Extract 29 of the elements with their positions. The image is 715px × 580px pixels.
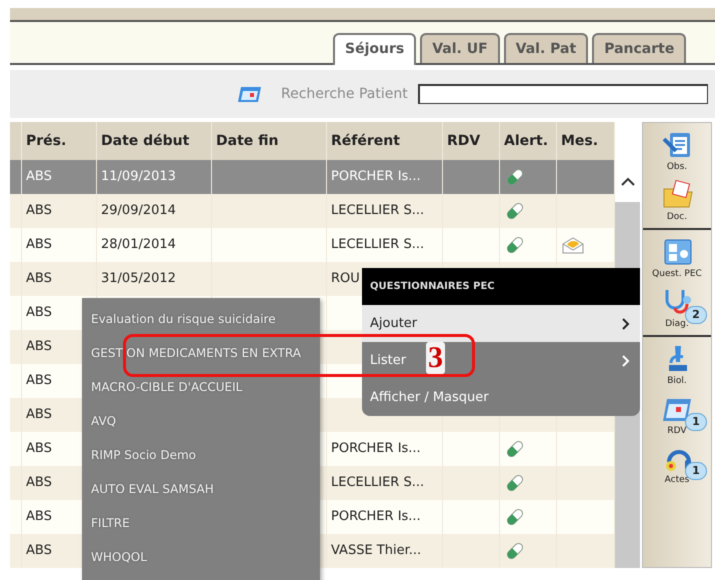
table-cell-text: 31/05/2012 bbox=[101, 270, 176, 288]
table-cell-text: ABS bbox=[26, 508, 52, 526]
table-cell-text: LECELLIER S... bbox=[331, 474, 424, 492]
table-cell-text: ABS bbox=[26, 236, 52, 254]
table-cell-text: 28/01/2014 bbox=[101, 236, 176, 254]
table-cell-text: ABS bbox=[26, 372, 52, 390]
table-cell-text: ROU bbox=[331, 270, 360, 288]
table-cell-text: 11/09/2013 bbox=[101, 168, 176, 186]
count-badge: 1 bbox=[685, 412, 707, 430]
table-cell-text: PORCHER Is... bbox=[331, 508, 421, 526]
table-cell-text: ABS bbox=[26, 542, 52, 560]
table-cell-text: PORCHER Is... bbox=[331, 440, 421, 458]
table-cell-text: ABS bbox=[26, 202, 52, 220]
menu-title: QUESTIONNAIRES PEC bbox=[362, 268, 640, 305]
table-cell-text: ABS bbox=[26, 474, 52, 492]
count-badge: 2 bbox=[685, 306, 707, 324]
table-cell-text: VASSE Thier... bbox=[331, 542, 422, 560]
table-cell-text: ABS bbox=[26, 270, 52, 288]
annotation-number: 3 bbox=[426, 342, 445, 374]
search-label: Recherche Patient bbox=[281, 84, 408, 104]
table-cell-text: ABS bbox=[26, 406, 52, 424]
table-cell-text: PORCHER Is... bbox=[331, 168, 421, 186]
table-cell-text: LECELLIER S... bbox=[331, 236, 424, 254]
table-cell-text: ABS bbox=[26, 338, 52, 356]
table-cell-text: ABS bbox=[26, 440, 52, 458]
table-cell-text: 29/09/2014 bbox=[101, 202, 176, 220]
table-cell-text: LECELLIER S... bbox=[331, 202, 424, 220]
table-cell-text: ABS bbox=[26, 168, 52, 186]
table-cell-text: ABS bbox=[26, 304, 52, 322]
